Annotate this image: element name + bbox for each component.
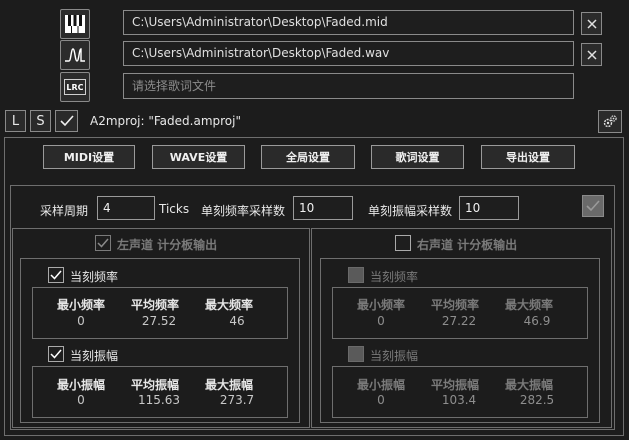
close-icon bbox=[586, 18, 597, 29]
right-amp-checkbox[interactable] bbox=[348, 346, 364, 362]
piano-icon bbox=[65, 15, 85, 33]
left-freq-label: 当刻频率 bbox=[70, 270, 119, 284]
left-amp-min-label: 最小振幅 bbox=[56, 378, 105, 392]
left-channel-checkbox[interactable] bbox=[95, 235, 111, 251]
amp-samples-label: 单刻振幅采样数 bbox=[368, 204, 453, 218]
sample-period-label: 采样周期 bbox=[40, 204, 89, 218]
left-amp-max-label: 最大振幅 bbox=[204, 378, 253, 392]
freq-samples-label: 单刻频率采样数 bbox=[201, 204, 286, 218]
left-freq-min-value: 0 bbox=[77, 314, 85, 328]
right-channel-checkbox[interactable] bbox=[395, 235, 411, 251]
left-freq-max-label: 最大频率 bbox=[204, 298, 253, 312]
check-icon bbox=[50, 270, 62, 280]
right-freq-label: 当刻频率 bbox=[370, 270, 419, 284]
lyric-path-field[interactable]: 请选择歌词文件 bbox=[123, 73, 574, 99]
right-amp-min-label: 最小振幅 bbox=[356, 378, 405, 392]
right-freq-stats bbox=[332, 287, 588, 339]
settings-button[interactable] bbox=[598, 110, 622, 133]
wav-file-button[interactable] bbox=[60, 40, 90, 70]
lrc-icon: LRC bbox=[64, 79, 86, 95]
check-icon bbox=[586, 200, 600, 212]
left-freq-min-label: 最小频率 bbox=[56, 298, 105, 312]
load-project-button[interactable]: L bbox=[5, 110, 26, 132]
left-amp-min-value: 0 bbox=[77, 393, 85, 407]
right-amp-avg-value: 103.4 bbox=[441, 393, 477, 407]
clear-wav-button[interactable] bbox=[581, 43, 602, 66]
sample-period-input[interactable]: 4 bbox=[97, 196, 155, 220]
left-freq-checkbox[interactable] bbox=[48, 267, 64, 283]
right-channel-title: 右声道 计分板输出 bbox=[417, 238, 518, 252]
right-freq-min-value: 0 bbox=[377, 314, 385, 328]
confirm-button[interactable] bbox=[55, 110, 78, 132]
right-freq-max-value: 46.9 bbox=[523, 314, 551, 328]
clear-midi-button[interactable] bbox=[581, 12, 602, 35]
check-icon bbox=[59, 115, 74, 127]
ticks-label: Ticks bbox=[159, 202, 190, 216]
left-amp-label: 当刻振幅 bbox=[70, 349, 119, 363]
right-freq-avg-label: 平均频率 bbox=[430, 298, 479, 312]
amp-samples-input[interactable]: 10 bbox=[459, 196, 519, 220]
left-amp-avg-label: 平均振幅 bbox=[130, 378, 179, 392]
tab-export-settings[interactable]: 导出设置 bbox=[481, 145, 575, 169]
left-amp-max-value: 273.7 bbox=[219, 393, 255, 407]
wav-path-field[interactable]: C:\Users\Administrator\Desktop\Faded.wav bbox=[123, 41, 574, 66]
right-amp-min-value: 0 bbox=[377, 393, 385, 407]
waveform-icon bbox=[65, 48, 85, 62]
right-freq-max-label: 最大频率 bbox=[504, 298, 553, 312]
left-freq-avg-label: 平均频率 bbox=[130, 298, 179, 312]
tab-lyric-settings[interactable]: 歌词设置 bbox=[371, 145, 464, 169]
apply-checkbox[interactable] bbox=[582, 195, 604, 217]
midi-file-button[interactable] bbox=[60, 9, 90, 39]
right-freq-min-label: 最小频率 bbox=[356, 298, 405, 312]
left-freq-avg-value: 27.52 bbox=[141, 314, 177, 328]
check-icon bbox=[50, 349, 62, 359]
right-amp-max-label: 最大振幅 bbox=[504, 378, 553, 392]
right-freq-avg-value: 27.22 bbox=[441, 314, 477, 328]
project-name-label: A2mproj: "Faded.amproj" bbox=[90, 114, 241, 128]
left-amp-checkbox[interactable] bbox=[48, 346, 64, 362]
freq-samples-input[interactable]: 10 bbox=[293, 196, 353, 220]
right-amp-avg-label: 平均振幅 bbox=[430, 378, 479, 392]
gears-icon bbox=[603, 114, 617, 127]
left-channel-title: 左声道 计分板输出 bbox=[117, 238, 218, 252]
left-freq-max-value: 46 bbox=[229, 314, 245, 328]
left-freq-stats bbox=[32, 287, 288, 339]
tab-midi-settings[interactable]: MIDI设置 bbox=[43, 145, 135, 169]
tab-wave-settings[interactable]: WAVE设置 bbox=[152, 145, 245, 169]
tab-global-settings[interactable]: 全局设置 bbox=[261, 145, 355, 169]
close-icon bbox=[586, 49, 597, 60]
check-icon bbox=[97, 238, 109, 248]
right-freq-checkbox[interactable] bbox=[348, 267, 364, 283]
right-amp-max-value: 282.5 bbox=[519, 393, 555, 407]
lyric-file-button[interactable]: LRC bbox=[60, 72, 90, 102]
midi-path-field[interactable]: C:\Users\Administrator\Desktop\Faded.mid bbox=[123, 10, 574, 35]
save-project-button[interactable]: S bbox=[30, 110, 51, 132]
right-amp-label: 当刻振幅 bbox=[370, 349, 419, 363]
left-amp-avg-value: 115.63 bbox=[138, 393, 180, 407]
